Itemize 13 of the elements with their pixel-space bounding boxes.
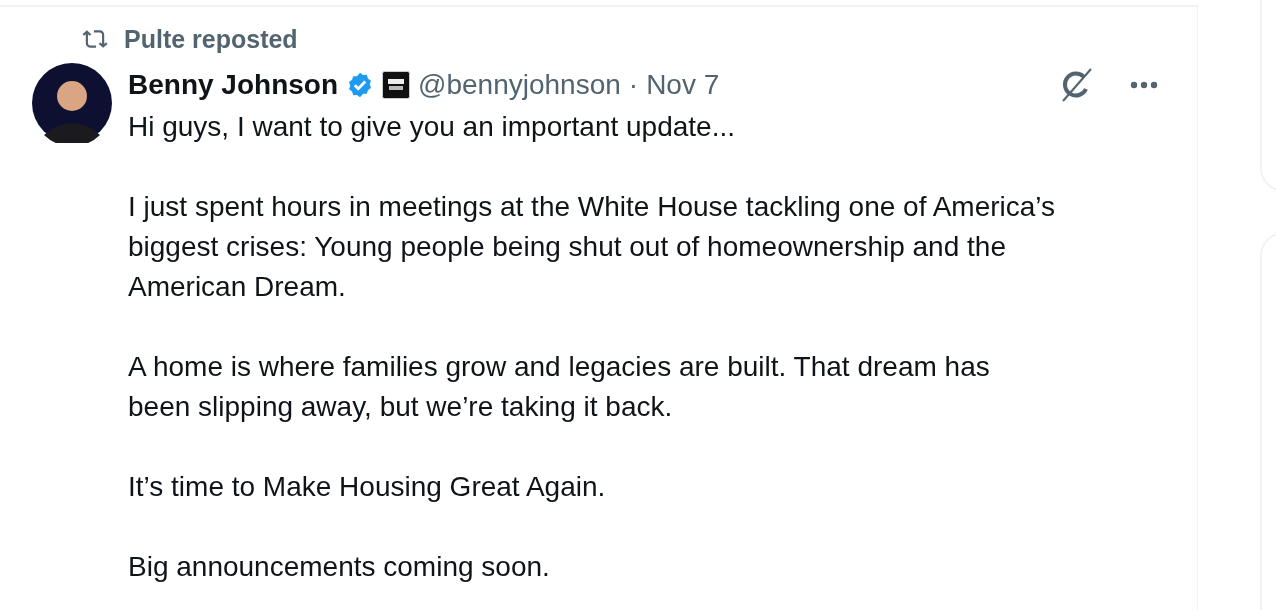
post-paragraph: I just spent hours in meetings at the White House tackling one of America’s biggest crises: Young people being shut out of homeownership and the American Dream. (128, 190, 1057, 304)
author-name[interactable]: Benny Johnson (128, 69, 338, 101)
repost-label: Pulte reposted (124, 24, 298, 54)
post-paragraph: Hi guys, I want to give you an important update... (128, 110, 736, 144)
post-date[interactable]: Nov 7 (646, 69, 720, 101)
author-handle[interactable]: @bennyjohnson (418, 69, 621, 101)
separator-dot: · (628, 69, 639, 101)
more-options-icon[interactable] (1129, 80, 1159, 90)
post-paragraph: It’s time to Make Housing Great Again. (128, 470, 607, 504)
affiliate-badge-icon (382, 71, 410, 99)
post-paragraph: Big announcements coming soon. (128, 550, 551, 584)
post-paragraph: A home is where families grow and legacies are built. That dream has been slipping away, but we’re taking it back. (128, 350, 991, 424)
avatar-icon[interactable] (32, 63, 112, 143)
